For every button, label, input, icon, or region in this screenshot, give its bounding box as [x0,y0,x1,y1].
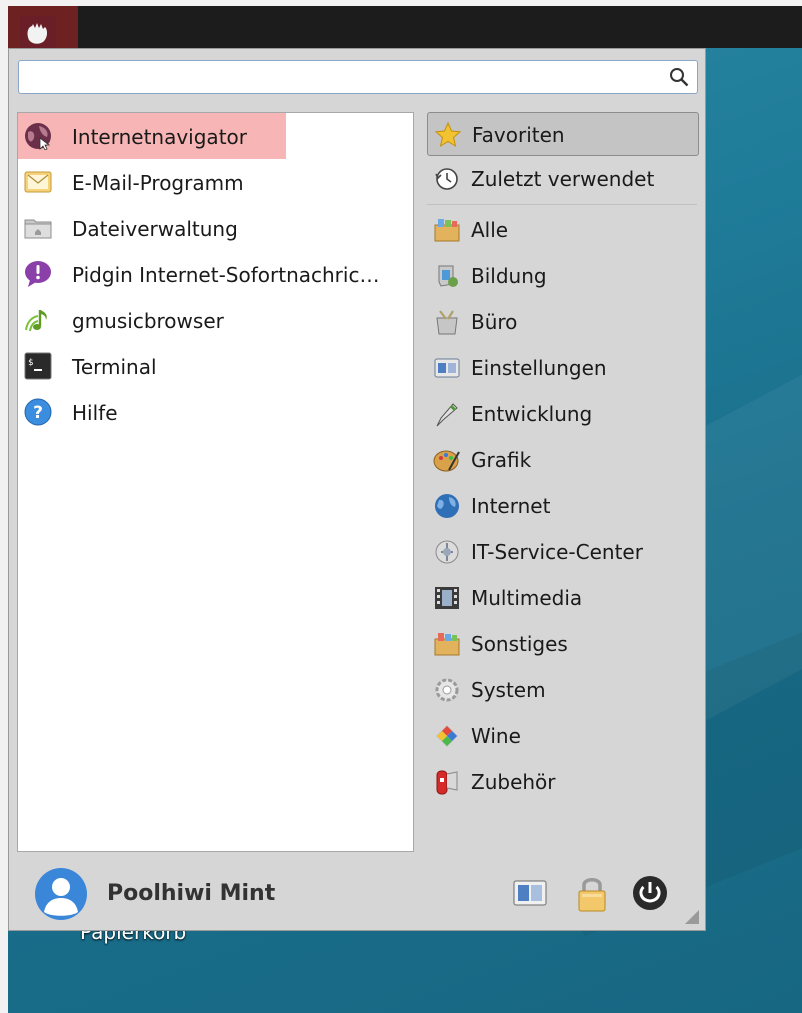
favorite-e-mail-programm[interactable]: E-Mail-Programm [18,159,413,205]
category-label: Multimedia [471,586,583,610]
category-zubehoer[interactable]: Zubehör [427,760,699,804]
favorite-label: E-Mail-Programm [72,171,244,195]
mail-icon [24,171,52,193]
favorite-internetnavigator[interactable]: Internetnavigator [18,113,286,159]
category-wine[interactable]: Wine [427,714,699,758]
category-entwicklung[interactable]: Entwicklung [427,392,699,436]
category-system[interactable]: System [427,668,699,712]
category-label: Büro [471,310,518,334]
help-icon: ? [24,398,52,426]
graphics-icon [433,450,460,472]
category-label: IT-Service-Center [471,540,643,564]
resize-grip-icon[interactable] [685,910,699,924]
star-icon [434,121,462,148]
pidgin-icon [25,261,51,287]
favorite-label: gmusicbrowser [72,309,224,333]
category-label: Einstellungen [471,356,607,380]
music-icon [25,310,47,332]
category-label: Bildung [471,264,547,288]
category-label: Entwicklung [471,402,593,426]
search-field[interactable] [25,61,649,93]
whisker-menu-icon [20,16,56,50]
category-label: Wine [471,724,521,748]
favorite-pidgin[interactable]: Pidgin Internet-Sofortnachric… [18,251,413,297]
favorite-label: Internetnavigator [72,125,247,149]
power-button[interactable] [631,873,669,913]
wine-icon [436,725,458,747]
category-label: Grafik [471,448,532,472]
favorite-label: Pidgin Internet-Sofortnachric… [72,263,380,287]
category-bildung[interactable]: Bildung [427,254,699,298]
development-icon [436,403,458,427]
favorite-label: Terminal [72,355,157,379]
category-internet[interactable]: Internet [427,484,699,528]
svg-text:?: ? [33,403,43,423]
settings-manager-button[interactable] [511,873,549,913]
accessories-icon [436,770,458,795]
category-label: Alle [471,218,509,242]
category-label: Zuletzt verwendet [471,167,655,191]
category-alle[interactable]: Alle [427,208,699,252]
category-label: Sonstiges [471,632,568,656]
category-it-service-center[interactable]: IT-Service-Center [427,530,699,574]
favorite-terminal[interactable]: $ Terminal [18,343,413,389]
favorite-label: Dateiverwaltung [72,217,238,241]
settings-icon [434,358,460,378]
search-input[interactable] [18,60,698,94]
category-label: System [471,678,546,702]
category-label: Zubehör [471,770,556,794]
internet-icon [435,494,459,518]
top-panel [8,6,802,48]
category-einstellungen[interactable]: Einstellungen [427,346,699,390]
office-icon [436,310,458,335]
favorites-list: Internetnavigator E-Mail-Programm Dateiv… [17,112,414,852]
svg-text:$: $ [28,358,33,368]
user-name: Poolhiwi Mint [107,881,276,906]
system-icon [435,678,459,702]
whisker-menu: Internetnavigator E-Mail-Programm Dateiv… [8,48,706,931]
lock-screen-button[interactable] [573,873,611,913]
favorite-label: Hilfe [72,401,118,425]
category-separator [427,204,697,205]
category-sonstiges[interactable]: Sonstiges [427,622,699,666]
favorite-dateiverwaltung[interactable]: Dateiverwaltung [18,205,413,251]
category-buero[interactable]: Büro [427,300,699,344]
category-zuletzt-verwendet[interactable]: Zuletzt verwendet [427,157,699,201]
education-icon [438,265,458,287]
recent-icon [435,168,458,190]
file-manager-icon [24,219,52,239]
multimedia-icon [435,587,459,609]
all-apps-icon [434,219,460,242]
favorite-gmusicbrowser[interactable]: gmusicbrowser [18,297,413,343]
category-grafik[interactable]: Grafik [427,438,699,482]
service-center-icon [435,540,459,564]
search-icon [670,68,689,87]
terminal-icon: $ [24,352,52,380]
other-icon [434,633,460,656]
category-label: Favoriten [472,123,565,147]
favorite-hilfe[interactable]: ? Hilfe [18,389,413,435]
category-multimedia[interactable]: Multimedia [427,576,699,620]
user-avatar-icon [35,868,87,920]
web-browser-icon [25,123,51,150]
category-favoriten[interactable]: Favoriten [427,112,699,156]
category-label: Internet [471,494,551,518]
